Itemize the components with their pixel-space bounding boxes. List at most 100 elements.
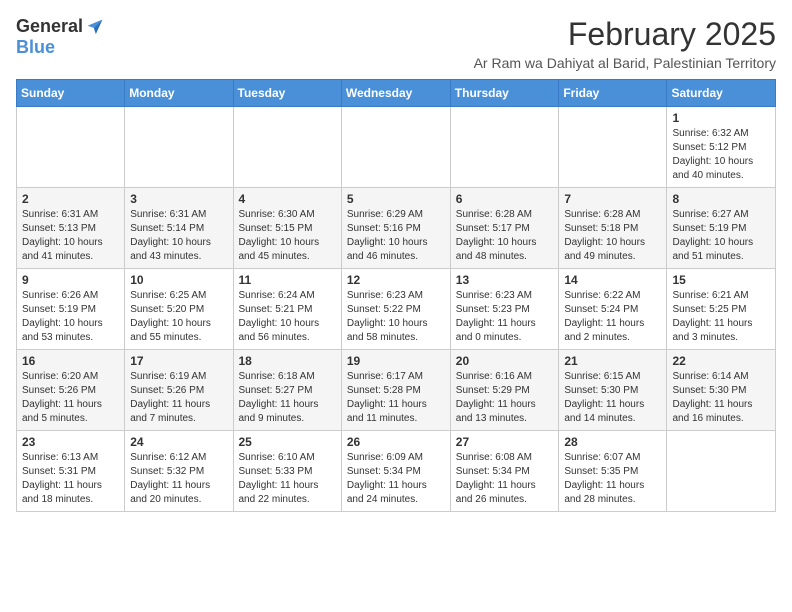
calendar-day-cell: 16Sunrise: 6:20 AM Sunset: 5:26 PM Dayli… [17,350,125,431]
day-info: Sunrise: 6:23 AM Sunset: 5:22 PM Dayligh… [347,289,445,345]
day-info: Sunrise: 6:27 AM Sunset: 5:19 PM Dayligh… [672,208,770,264]
calendar-day-cell: 24 Sunrise: 6:12 AM Sunset: 5:32 PM Dayli… [125,431,233,512]
day-info: Sunrise: 6:32 AM Sunset: 5:12 PM Dayligh… [672,127,770,183]
day-number: 2 [22,192,119,206]
day-number: 13 [456,273,554,287]
day-number: 15 [672,273,770,287]
calendar-day-header: Saturday [667,80,776,107]
calendar-day-cell: 25 Sunrise: 6:10 AM Sunset: 5:33 PM Dayli… [233,431,341,512]
calendar-week-row: 16Sunrise: 6:20 AM Sunset: 5:26 PM Dayli… [17,350,776,431]
day-info: Sunrise: 6:28 AM Sunset: 5:17 PM Dayligh… [456,208,554,264]
day-info: Sunrise: 6:26 AM Sunset: 5:19 PM Dayligh… [22,289,119,345]
calendar-day-cell [559,107,667,188]
day-number: 14 [564,273,661,287]
calendar-day-cell: 18 Sunrise: 6:18 AM Sunset: 5:27 PM Dayli… [233,350,341,431]
calendar-day-cell [341,107,450,188]
calendar-day-cell: 22 Sunrise: 6:14 AM Sunset: 5:30 PM Dayli… [667,350,776,431]
day-info: Sunrise: 6:18 AM Sunset: 5:27 PM Dayligh… [239,370,336,426]
day-number: 22 [672,354,770,368]
day-info: Sunrise: 6:30 AM Sunset: 5:15 PM Dayligh… [239,208,336,264]
calendar-day-header: Monday [125,80,233,107]
logo-blue-text: Blue [16,37,55,58]
day-number: 7 [564,192,661,206]
calendar-header-row: SundayMondayTuesdayWednesdayThursdayFrid… [17,80,776,107]
day-info: Sunrise: 6:08 AM Sunset: 5:34 PM Dayligh… [456,451,554,507]
calendar-day-cell: 8 Sunrise: 6:27 AM Sunset: 5:19 PM Daylig… [667,188,776,269]
day-info: Sunrise: 6:21 AM Sunset: 5:25 PM Dayligh… [672,289,770,345]
calendar-day-cell: 2 Sunrise: 6:31 AM Sunset: 5:13 PM Daylig… [17,188,125,269]
day-info: Sunrise: 6:24 AM Sunset: 5:21 PM Dayligh… [239,289,336,345]
day-number: 19 [347,354,445,368]
day-info: Sunrise: 6:09 AM Sunset: 5:34 PM Dayligh… [347,451,445,507]
calendar-day-cell: 27Sunrise: 6:08 AM Sunset: 5:34 PM Dayli… [450,431,559,512]
calendar-day-cell: 3Sunrise: 6:31 AM Sunset: 5:14 PM Daylig… [125,188,233,269]
calendar-day-cell [125,107,233,188]
calendar-day-cell: 14 Sunrise: 6:22 AM Sunset: 5:24 PM Dayli… [559,269,667,350]
day-number: 4 [239,192,336,206]
day-number: 10 [130,273,227,287]
calendar-day-cell [450,107,559,188]
calendar-day-cell: 19 Sunrise: 6:17 AM Sunset: 5:28 PM Dayli… [341,350,450,431]
calendar-week-row: 9Sunrise: 6:26 AM Sunset: 5:19 PM Daylig… [17,269,776,350]
calendar-day-cell: 5 Sunrise: 6:29 AM Sunset: 5:16 PM Daylig… [341,188,450,269]
day-number: 20 [456,354,554,368]
calendar-day-cell: 28Sunrise: 6:07 AM Sunset: 5:35 PM Dayli… [559,431,667,512]
calendar-day-header: Thursday [450,80,559,107]
calendar-day-header: Sunday [17,80,125,107]
logo-general-text: General [16,16,83,37]
day-info: Sunrise: 6:28 AM Sunset: 5:18 PM Dayligh… [564,208,661,264]
calendar-day-cell: 26 Sunrise: 6:09 AM Sunset: 5:34 PM Dayli… [341,431,450,512]
day-info: Sunrise: 6:20 AM Sunset: 5:26 PM Dayligh… [22,370,119,426]
calendar-day-header: Friday [559,80,667,107]
logo-bird-icon [85,17,105,37]
calendar-day-cell: 6 Sunrise: 6:28 AM Sunset: 5:17 PM Daylig… [450,188,559,269]
day-number: 17 [130,354,227,368]
calendar-day-cell: 17 Sunrise: 6:19 AM Sunset: 5:26 PM Dayli… [125,350,233,431]
day-number: 8 [672,192,770,206]
day-info: Sunrise: 6:16 AM Sunset: 5:29 PM Dayligh… [456,370,554,426]
day-info: Sunrise: 6:12 AM Sunset: 5:32 PM Dayligh… [130,451,227,507]
calendar-table: SundayMondayTuesdayWednesdayThursdayFrid… [16,79,776,512]
calendar-day-cell: 15 Sunrise: 6:21 AM Sunset: 5:25 PM Dayli… [667,269,776,350]
day-number: 11 [239,273,336,287]
day-info: Sunrise: 6:10 AM Sunset: 5:33 PM Dayligh… [239,451,336,507]
day-number: 21 [564,354,661,368]
calendar-day-cell: 7 Sunrise: 6:28 AM Sunset: 5:18 PM Daylig… [559,188,667,269]
calendar-day-cell: 4 Sunrise: 6:30 AM Sunset: 5:15 PM Daylig… [233,188,341,269]
calendar-day-cell [667,431,776,512]
calendar-day-cell: 23Sunrise: 6:13 AM Sunset: 5:31 PM Dayli… [17,431,125,512]
page-header: General Blue February 2025 Ar Ram wa Dah… [16,16,776,71]
day-number: 18 [239,354,336,368]
day-info: Sunrise: 6:22 AM Sunset: 5:24 PM Dayligh… [564,289,661,345]
calendar-week-row: 1 Sunrise: 6:32 AM Sunset: 5:12 PM Daylig… [17,107,776,188]
day-info: Sunrise: 6:23 AM Sunset: 5:23 PM Dayligh… [456,289,554,345]
day-info: Sunrise: 6:29 AM Sunset: 5:16 PM Dayligh… [347,208,445,264]
day-number: 26 [347,435,445,449]
day-info: Sunrise: 6:31 AM Sunset: 5:13 PM Dayligh… [22,208,119,264]
location-title: Ar Ram wa Dahiyat al Barid, Palestinian … [474,55,776,71]
calendar-day-cell: 13 Sunrise: 6:23 AM Sunset: 5:23 PM Dayli… [450,269,559,350]
day-info: Sunrise: 6:15 AM Sunset: 5:30 PM Dayligh… [564,370,661,426]
calendar-week-row: 2 Sunrise: 6:31 AM Sunset: 5:13 PM Daylig… [17,188,776,269]
day-info: Sunrise: 6:14 AM Sunset: 5:30 PM Dayligh… [672,370,770,426]
day-number: 28 [564,435,661,449]
calendar-day-cell: 9Sunrise: 6:26 AM Sunset: 5:19 PM Daylig… [17,269,125,350]
day-info: Sunrise: 6:25 AM Sunset: 5:20 PM Dayligh… [130,289,227,345]
day-number: 25 [239,435,336,449]
day-number: 12 [347,273,445,287]
day-info: Sunrise: 6:19 AM Sunset: 5:26 PM Dayligh… [130,370,227,426]
month-title: February 2025 [474,16,776,53]
day-info: Sunrise: 6:17 AM Sunset: 5:28 PM Dayligh… [347,370,445,426]
day-number: 1 [672,111,770,125]
calendar-day-cell: 11 Sunrise: 6:24 AM Sunset: 5:21 PM Dayli… [233,269,341,350]
calendar-day-cell: 20 Sunrise: 6:16 AM Sunset: 5:29 PM Dayli… [450,350,559,431]
day-number: 24 [130,435,227,449]
calendar-day-cell: 12 Sunrise: 6:23 AM Sunset: 5:22 PM Dayli… [341,269,450,350]
day-number: 5 [347,192,445,206]
day-number: 6 [456,192,554,206]
logo: General Blue [16,16,105,58]
calendar-day-header: Wednesday [341,80,450,107]
calendar-day-cell: 21 Sunrise: 6:15 AM Sunset: 5:30 PM Dayli… [559,350,667,431]
calendar-day-cell: 1 Sunrise: 6:32 AM Sunset: 5:12 PM Daylig… [667,107,776,188]
title-section: February 2025 Ar Ram wa Dahiyat al Barid… [474,16,776,71]
